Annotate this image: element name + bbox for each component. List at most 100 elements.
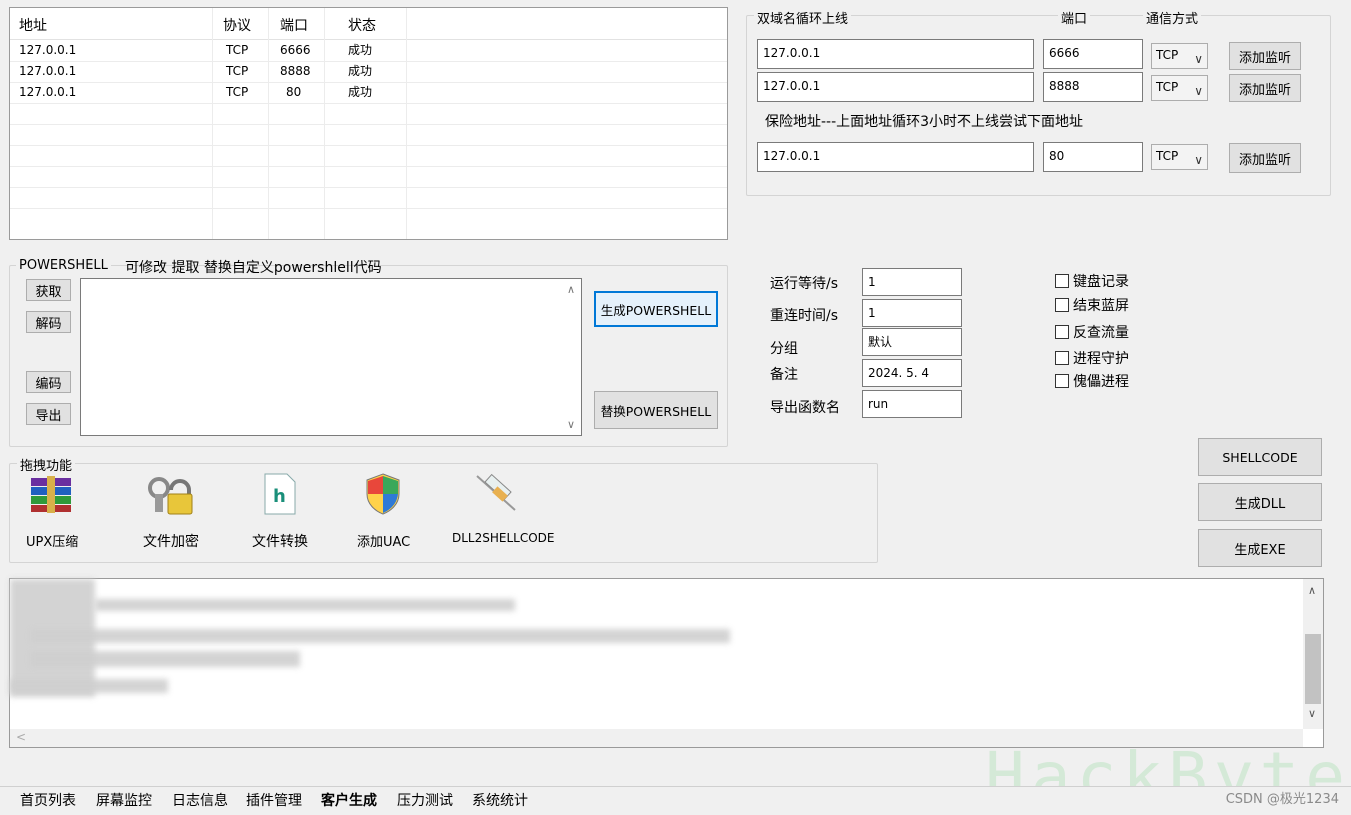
row-status: 成功 <box>348 64 373 78</box>
bottom-tab-bar: 首页列表 屏幕监控 日志信息 插件管理 客户生成 压力测试 系统统计 <box>0 786 1351 814</box>
shellcode-button[interactable]: SHELLCODE <box>1198 438 1322 476</box>
scroll-down-icon[interactable]: ∨ <box>567 418 575 431</box>
tool-label: DLL2SHELLCODE <box>452 531 555 545</box>
decode-button[interactable]: 解码 <box>26 311 71 333</box>
scroll-up-icon[interactable]: ∧ <box>1308 584 1316 597</box>
tool-label: UPX压缩 <box>26 535 79 550</box>
generate-dll-button[interactable]: 生成DLL <box>1198 483 1322 521</box>
tab-screen-monitor[interactable]: 屏幕监控 <box>90 790 158 810</box>
checkbox-box[interactable] <box>1055 351 1069 365</box>
domain-group-title: 双域名循环上线 <box>754 8 852 27</box>
add-listener-button-1[interactable]: 添加监听 <box>1229 42 1301 70</box>
address-table[interactable]: 地址 协议 端口 状态 127.0.0.1 TCP 6666 成功 127.0.… <box>9 7 728 240</box>
backup-address-label: 保险地址---上面地址循环3小时不上线尝试下面地址 <box>765 114 1084 130</box>
export-func-input[interactable]: run <box>862 390 962 418</box>
row-port: 8888 <box>280 64 311 78</box>
redacted-line <box>10 679 168 693</box>
proto-select-1[interactable]: TCP ∨ <box>1151 43 1208 69</box>
col-header-addr: 地址 <box>19 18 47 34</box>
tool-label: 文件加密 <box>143 534 199 550</box>
row-proto: TCP <box>226 64 249 78</box>
col-header-status: 状态 <box>348 18 376 34</box>
csdn-watermark: CSDN @极光1234 <box>1225 792 1339 807</box>
tab-client-generate[interactable]: 客户生成 <box>315 790 383 810</box>
note-input[interactable]: 2024. 5. 4 <box>862 359 962 387</box>
backup-addr-input[interactable]: 127.0.0.1 <box>757 142 1034 172</box>
add-listener-button-2[interactable]: 添加监听 <box>1229 74 1301 102</box>
tab-log-info[interactable]: 日志信息 <box>166 790 234 810</box>
file-h-icon: h <box>264 473 296 515</box>
row-addr: 127.0.0.1 <box>19 85 77 99</box>
row-proto: TCP <box>226 43 249 57</box>
tab-system-stats[interactable]: 系统统计 <box>466 790 534 810</box>
proto-select-value: TCP <box>1156 149 1179 163</box>
chevron-down-icon: ∨ <box>1194 84 1203 98</box>
proto-select-value: TCP <box>1156 48 1179 62</box>
svg-text:h: h <box>273 486 286 507</box>
tab-home-list[interactable]: 首页列表 <box>14 790 82 810</box>
tool-file-convert[interactable]: h 文件转换 <box>245 470 325 555</box>
col-header-proto: 协议 <box>223 18 251 34</box>
scroll-thumb[interactable] <box>1305 634 1321 704</box>
domain-addr-input-1[interactable]: 127.0.0.1 <box>757 39 1034 69</box>
domain-port-input-1[interactable]: 6666 <box>1043 39 1143 69</box>
shield-icon <box>366 473 400 515</box>
checkbox-process-guard[interactable]: 进程守护 <box>1055 348 1129 368</box>
tab-plugin-manage[interactable]: 插件管理 <box>240 790 308 810</box>
reconnect-input[interactable]: 1 <box>862 299 962 327</box>
powershell-code-textarea[interactable]: ∧ ∨ <box>80 278 582 436</box>
redacted-line <box>95 599 515 611</box>
tab-stress-test[interactable]: 压力测试 <box>391 790 459 810</box>
domain-addr-input-2[interactable]: 127.0.0.1 <box>757 72 1034 102</box>
scroll-up-icon[interactable]: ∧ <box>567 283 575 296</box>
log-output[interactable]: ∧ ∨ < <box>9 578 1324 748</box>
tool-label: 文件转换 <box>252 534 308 550</box>
get-button[interactable]: 获取 <box>26 279 71 301</box>
table-header: 地址 协议 端口 状态 <box>10 8 727 40</box>
add-listener-button-backup[interactable]: 添加监听 <box>1229 143 1301 173</box>
checkbox-box[interactable] <box>1055 374 1069 388</box>
generate-powershell-button[interactable]: 生成POWERSHELL <box>594 291 718 327</box>
group-label: 分组 <box>770 341 798 357</box>
proto-select-2[interactable]: TCP ∨ <box>1151 75 1208 101</box>
backup-port-input[interactable]: 80 <box>1043 142 1143 172</box>
row-addr: 127.0.0.1 <box>19 43 77 57</box>
domain-port-input-2[interactable]: 8888 <box>1043 72 1143 102</box>
checkbox-reverse-traffic[interactable]: 反查流量 <box>1055 322 1129 342</box>
checkbox-puppet-process[interactable]: 傀儡进程 <box>1055 371 1129 391</box>
tool-file-encrypt[interactable]: 文件加密 <box>135 470 215 555</box>
syringe-icon <box>476 473 516 511</box>
redacted-line <box>30 651 300 667</box>
checkbox-box[interactable] <box>1055 325 1069 339</box>
scroll-down-icon[interactable]: ∨ <box>1308 707 1316 720</box>
powershell-hint: 可修改 提取 替换自定义powershlell代码 <box>125 260 382 276</box>
checkbox-box[interactable] <box>1055 298 1069 312</box>
port-header: 端口 <box>1058 8 1091 27</box>
note-label: 备注 <box>770 367 798 383</box>
col-header-port: 端口 <box>280 18 308 34</box>
tool-dll2shellcode[interactable]: DLL2SHELLCODE <box>449 470 559 555</box>
proto-select-backup[interactable]: TCP ∨ <box>1151 144 1208 170</box>
checkbox-end-bsod[interactable]: 结束蓝屏 <box>1055 295 1129 315</box>
run-wait-input[interactable]: 1 <box>862 268 962 296</box>
row-addr: 127.0.0.1 <box>19 64 77 78</box>
tool-upx[interactable]: UPX压缩 <box>18 470 88 555</box>
group-input[interactable]: 默认 <box>862 328 962 356</box>
generate-exe-button[interactable]: 生成EXE <box>1198 529 1322 567</box>
scroll-left-icon[interactable]: < <box>16 730 26 744</box>
export-button[interactable]: 导出 <box>26 403 71 425</box>
encode-button[interactable]: 编码 <box>26 371 71 393</box>
tool-add-uac[interactable]: 添加UAC <box>350 470 430 555</box>
lock-key-icon <box>148 477 193 515</box>
chevron-down-icon: ∨ <box>1194 52 1203 66</box>
replace-powershell-button[interactable]: 替换POWERSHELL <box>594 391 718 429</box>
checkbox-label: 傀儡进程 <box>1073 374 1129 390</box>
redacted-line <box>30 629 730 643</box>
archive-icon <box>31 476 71 513</box>
checkbox-box[interactable] <box>1055 274 1069 288</box>
log-scrollbar[interactable]: ∧ ∨ <box>1303 579 1323 729</box>
row-port: 80 <box>286 85 302 99</box>
chevron-down-icon: ∨ <box>1194 153 1203 167</box>
checkbox-keylogger[interactable]: 键盘记录 <box>1055 271 1129 291</box>
checkbox-label: 键盘记录 <box>1073 274 1129 290</box>
